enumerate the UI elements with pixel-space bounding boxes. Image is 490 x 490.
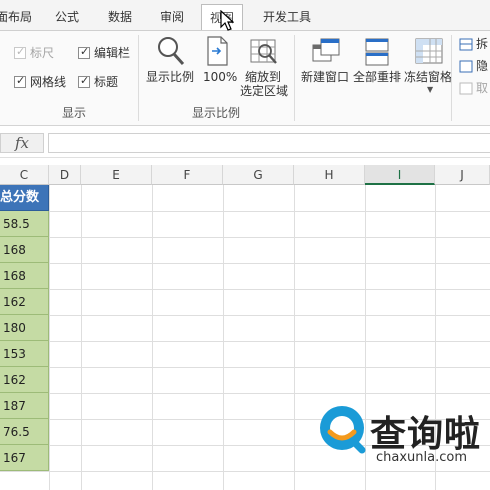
checkbox-icon: ✓ bbox=[78, 73, 90, 88]
ribbon-tab-bar: 面布局 公式 数据 审阅 视图 开发工具 bbox=[0, 0, 490, 31]
column-header-j[interactable]: J bbox=[435, 165, 490, 185]
arrange-all-icon bbox=[365, 38, 389, 66]
tab-data[interactable]: 数据 bbox=[108, 8, 132, 25]
ribbon-view: ✓ 标尺 ✓ 编辑栏 ✓ 网格线 ✓ 标题 显示 显示比例 100% 缩放到 选… bbox=[0, 31, 490, 126]
column-header-i[interactable]: I bbox=[365, 165, 435, 185]
gridline bbox=[0, 237, 490, 238]
split-icon bbox=[459, 38, 473, 51]
zoom-100-icon bbox=[207, 36, 228, 66]
checkbox-icon: ✓ bbox=[78, 44, 90, 59]
cell-c-value[interactable]: 153 bbox=[0, 341, 49, 367]
cell-c-header[interactable]: 总分数 bbox=[0, 185, 49, 211]
headings-checkbox[interactable]: ✓ 标题 bbox=[78, 73, 118, 90]
checkbox-icon: ✓ bbox=[14, 73, 26, 88]
column-header-h[interactable]: H bbox=[294, 165, 365, 185]
zoom-100-button[interactable]: 100% bbox=[203, 70, 237, 84]
gridline bbox=[0, 393, 490, 394]
unhide-icon bbox=[459, 82, 473, 95]
hide-icon bbox=[459, 60, 473, 73]
formula-input[interactable] bbox=[48, 133, 490, 153]
unhide-button[interactable]: 取 bbox=[476, 81, 488, 95]
gridline bbox=[0, 341, 490, 342]
new-window-button[interactable]: 新建窗口 bbox=[301, 70, 349, 84]
cell-c-value[interactable]: 180 bbox=[0, 315, 49, 341]
zoom-to-selection-icon bbox=[250, 39, 277, 64]
cell-c-value[interactable]: 168 bbox=[0, 237, 49, 263]
formula-bar: fx bbox=[0, 131, 490, 158]
gridlines-checkbox[interactable]: ✓ 网格线 bbox=[14, 73, 66, 90]
split-button[interactable]: 拆 bbox=[476, 37, 488, 51]
cell-c-value[interactable]: 162 bbox=[0, 367, 49, 393]
group-divider bbox=[294, 35, 295, 121]
group-divider bbox=[451, 35, 452, 121]
tab-review[interactable]: 审阅 bbox=[160, 8, 184, 25]
zoom-group-label: 显示比例 bbox=[192, 106, 241, 120]
group-divider bbox=[138, 35, 139, 121]
gridline bbox=[0, 211, 490, 212]
gridline bbox=[0, 315, 490, 316]
freeze-panes-icon bbox=[415, 38, 443, 64]
show-group-label: 显示 bbox=[62, 106, 87, 120]
zoom-to-selection-line1[interactable]: 缩放到 bbox=[245, 70, 281, 84]
watermark-url: chaxunla.com bbox=[376, 450, 467, 465]
tab-page-layout[interactable]: 面布局 bbox=[0, 8, 32, 25]
insert-function-icon[interactable]: fx bbox=[0, 133, 44, 153]
zoom-magnifier-icon bbox=[158, 37, 185, 66]
gridline bbox=[0, 289, 490, 290]
cell-c-value[interactable]: 167 bbox=[0, 445, 49, 471]
mouse-cursor-icon bbox=[220, 10, 234, 31]
column-header-f[interactable]: F bbox=[152, 165, 223, 185]
freeze-panes-button[interactable]: 冻结窗格 bbox=[404, 70, 452, 84]
gridline bbox=[0, 263, 490, 264]
cell-c-value[interactable]: 76.5 bbox=[0, 419, 49, 445]
checkbox-icon: ✓ bbox=[14, 44, 26, 59]
ruler-checkbox[interactable]: ✓ 标尺 bbox=[14, 44, 54, 61]
tab-formulas[interactable]: 公式 bbox=[55, 8, 79, 25]
cell-c-value[interactable]: 58.5 bbox=[0, 211, 49, 237]
gridline bbox=[0, 367, 490, 368]
hide-button[interactable]: 隐 bbox=[476, 59, 488, 73]
chevron-down-icon[interactable]: ▼ bbox=[427, 83, 433, 97]
formula-bar-checkbox[interactable]: ✓ 编辑栏 bbox=[78, 44, 130, 61]
column-header-e[interactable]: E bbox=[81, 165, 152, 185]
tab-developer[interactable]: 开发工具 bbox=[263, 8, 311, 25]
zoom-button[interactable]: 显示比例 bbox=[146, 70, 194, 84]
column-header-d[interactable]: D bbox=[49, 165, 81, 185]
zoom-to-selection-line2[interactable]: 选定区域 bbox=[240, 84, 288, 98]
new-window-icon bbox=[312, 38, 340, 62]
cell-c-value[interactable]: 162 bbox=[0, 289, 49, 315]
arrange-all-button[interactable]: 全部重排 bbox=[353, 70, 401, 84]
column-header-c[interactable]: C bbox=[0, 165, 49, 185]
column-header-g[interactable]: G bbox=[223, 165, 294, 185]
cell-c-value[interactable]: 168 bbox=[0, 263, 49, 289]
cell-c-value[interactable]: 187 bbox=[0, 393, 49, 419]
